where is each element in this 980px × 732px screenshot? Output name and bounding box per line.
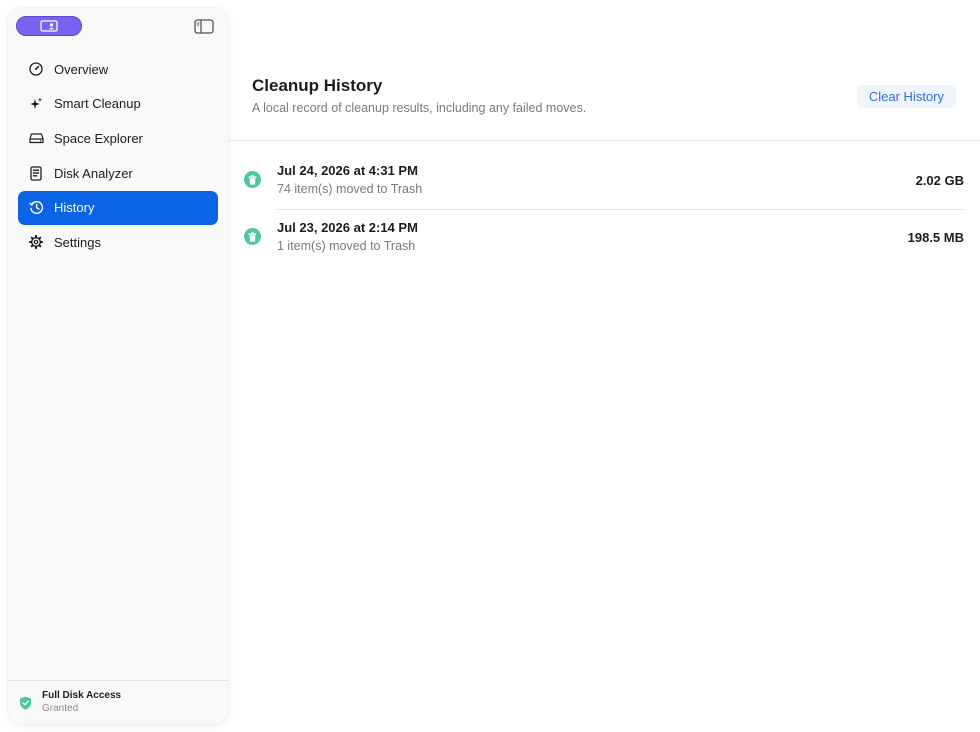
sidebar-item-disk-analyzer[interactable]: Disk Analyzer xyxy=(18,156,218,190)
entry-date: Jul 23, 2026 at 2:14 PM xyxy=(277,220,418,235)
shield-check-icon xyxy=(20,696,31,709)
permission-title: Full Disk Access xyxy=(42,690,122,701)
sidebar-nav: Overview Smart Cleanup Space Explorer Di… xyxy=(18,52,218,260)
sidebar-item-history[interactable]: History xyxy=(18,190,218,225)
sidebar-toolbar xyxy=(8,8,228,48)
entry-description: 1 item(s) moved to Trash xyxy=(277,239,416,253)
entry-date: Jul 24, 2026 at 4:31 PM xyxy=(277,163,418,178)
sidebar-item-label: History xyxy=(54,200,95,216)
history-list: Jul 24, 2026 at 4:31 PM 74 item(s) moved… xyxy=(244,152,964,266)
sparkles-icon xyxy=(28,96,44,112)
sidebar-item-space-explorer[interactable]: Space Explorer xyxy=(18,121,218,155)
drive-icon xyxy=(28,130,44,146)
main-content: Cleanup History A local record of cleanu… xyxy=(228,0,980,732)
person-card-icon xyxy=(40,20,58,32)
sidebar: Overview Smart Cleanup Space Explorer Di… xyxy=(8,8,228,724)
page-subtitle: A local record of cleanup results, inclu… xyxy=(252,101,587,115)
permission-status-text: Granted xyxy=(42,703,79,714)
trash-icon xyxy=(244,228,261,245)
gauge-icon xyxy=(28,61,44,77)
entry-size: 2.02 GB xyxy=(915,173,964,188)
list-item[interactable]: Jul 23, 2026 at 2:14 PM 1 item(s) moved … xyxy=(244,209,964,266)
clock-history-icon xyxy=(28,200,44,216)
sidebar-item-settings[interactable]: Settings xyxy=(18,225,218,259)
sidebar-toggle-button[interactable] xyxy=(194,18,214,34)
sidebar-item-label: Space Explorer xyxy=(54,130,143,146)
header-divider xyxy=(228,140,980,141)
clear-history-button[interactable]: Clear History xyxy=(856,85,956,108)
document-icon xyxy=(28,165,44,181)
sidebar-item-smart-cleanup[interactable]: Smart Cleanup xyxy=(18,87,218,121)
list-item[interactable]: Jul 24, 2026 at 4:31 PM 74 item(s) moved… xyxy=(244,152,964,209)
permission-status: Full Disk Access Granted xyxy=(8,680,228,724)
sidebar-item-label: Smart Cleanup xyxy=(54,96,141,112)
trash-icon xyxy=(244,171,261,188)
sidebar-item-overview[interactable]: Overview xyxy=(18,52,218,86)
sidebar-item-label: Settings xyxy=(54,234,101,250)
entry-size: 198.5 MB xyxy=(907,230,964,245)
sidebar-toggle-icon xyxy=(194,18,214,34)
account-button[interactable] xyxy=(16,16,82,36)
gear-icon xyxy=(28,234,44,250)
page-title: Cleanup History xyxy=(252,76,383,95)
sidebar-item-label: Overview xyxy=(54,61,109,77)
entry-description: 74 item(s) moved to Trash xyxy=(277,182,423,196)
sidebar-item-label: Disk Analyzer xyxy=(54,165,133,181)
